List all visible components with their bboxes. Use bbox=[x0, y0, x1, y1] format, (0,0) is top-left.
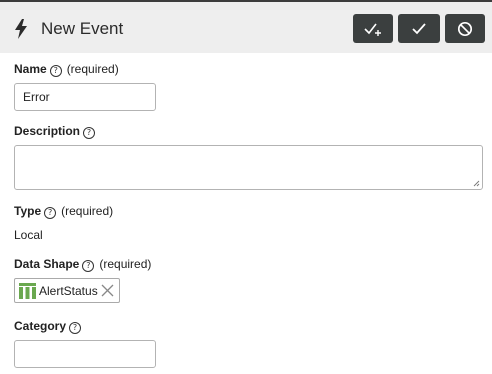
name-label-row: Name? (required) bbox=[14, 62, 119, 77]
data-shape-chip-label: AlertStatus bbox=[39, 284, 98, 298]
data-shape-label: Data Shape bbox=[14, 257, 80, 271]
name-label: Name bbox=[14, 62, 47, 76]
save-button[interactable] bbox=[398, 14, 440, 43]
bolt-icon bbox=[15, 19, 27, 39]
name-input[interactable]: Error bbox=[14, 83, 156, 111]
help-icon[interactable]: ? bbox=[83, 127, 96, 139]
cancel-icon bbox=[457, 21, 473, 36]
header-bar: New Event bbox=[0, 2, 492, 53]
type-label: Type bbox=[14, 204, 42, 218]
type-label-row: Type? (required) bbox=[14, 204, 113, 219]
data-shape-icon bbox=[19, 283, 36, 299]
description-label: Description bbox=[14, 124, 81, 138]
check-plus-icon bbox=[364, 23, 381, 36]
category-label: Category bbox=[14, 319, 67, 333]
type-value: Local bbox=[14, 228, 43, 242]
page-title: New Event bbox=[41, 19, 124, 38]
help-icon[interactable]: ? bbox=[69, 322, 82, 334]
data-shape-chip[interactable]: AlertStatus bbox=[14, 278, 120, 303]
required-text: (required) bbox=[66, 62, 119, 76]
category-label-row: Category? bbox=[14, 319, 82, 334]
description-label-row: Description? bbox=[14, 124, 96, 139]
description-textarea[interactable] bbox=[14, 145, 483, 190]
save-and-new-button[interactable] bbox=[353, 14, 393, 43]
help-icon[interactable]: ? bbox=[49, 65, 62, 77]
remove-icon[interactable] bbox=[101, 284, 114, 297]
resize-handle-icon[interactable] bbox=[473, 180, 480, 187]
name-input-value: Error bbox=[23, 90, 50, 104]
check-icon bbox=[412, 22, 426, 34]
data-shape-label-row: Data Shape? (required) bbox=[14, 257, 151, 272]
help-icon[interactable]: ? bbox=[44, 207, 57, 219]
required-text: (required) bbox=[99, 257, 152, 271]
cancel-button[interactable] bbox=[445, 14, 485, 43]
required-text: (required) bbox=[61, 204, 114, 218]
help-icon[interactable]: ? bbox=[82, 260, 95, 272]
category-input[interactable] bbox=[14, 340, 156, 368]
